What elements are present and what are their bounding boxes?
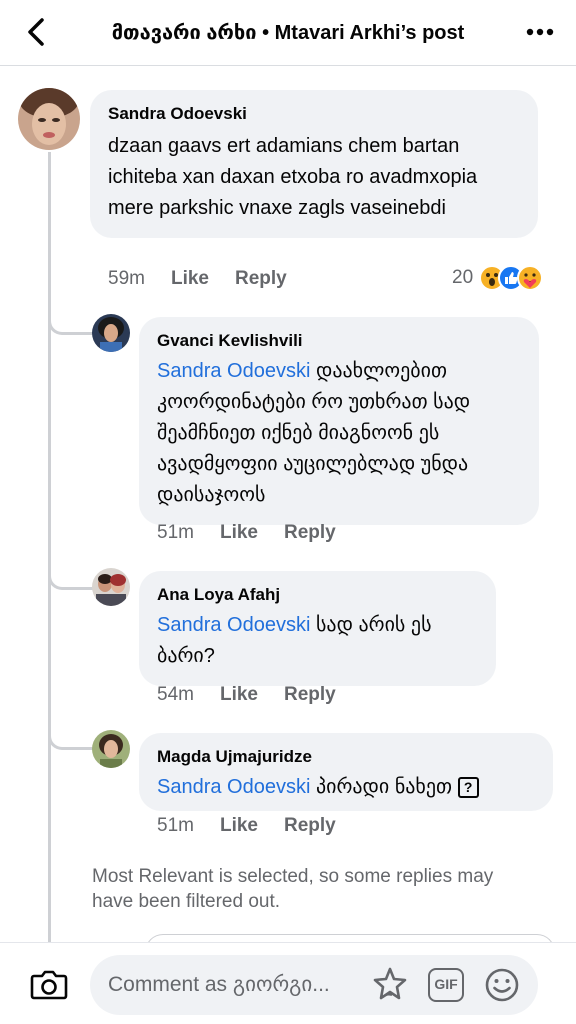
reply-bubble[interactable]: Gvanci Kevlishvili Sandra Odoevski დაახლ… bbox=[139, 317, 539, 525]
gif-button[interactable]: GIF bbox=[428, 968, 464, 1002]
avatar[interactable] bbox=[92, 314, 130, 352]
avatar[interactable] bbox=[92, 568, 130, 606]
unknown-glyph-icon: ? bbox=[457, 777, 479, 798]
reply-connector bbox=[48, 560, 93, 590]
reaction-count: 20 bbox=[452, 267, 474, 288]
comment-time[interactable]: 59m bbox=[108, 268, 145, 290]
reply-author[interactable]: Magda Ujmajuridze bbox=[157, 746, 533, 768]
reply-button[interactable]: Reply bbox=[284, 815, 336, 837]
comment-bubble[interactable]: Sandra Odoevski dzaan gaavs ert adamians… bbox=[90, 90, 538, 238]
reply-time[interactable]: 51m bbox=[157, 522, 194, 544]
avatar-photo bbox=[18, 88, 80, 150]
mention-link[interactable]: Sandra Odoevski bbox=[157, 360, 310, 382]
reply-author[interactable]: Gvanci Kevlishvili bbox=[157, 330, 519, 352]
like-button[interactable]: Like bbox=[220, 815, 258, 837]
like-button[interactable]: Like bbox=[220, 522, 258, 544]
reply-connector bbox=[48, 720, 93, 750]
page-title: მთავარი არხი • Mtavari Arkhi’s post bbox=[111, 22, 465, 44]
reply-actions: 51m Like Reply bbox=[157, 522, 362, 544]
reply-button[interactable]: Reply bbox=[284, 522, 336, 544]
reply-body: პირადი ნახეთ bbox=[310, 776, 458, 798]
emoji-button[interactable] bbox=[482, 965, 522, 1005]
reply-actions: 54m Like Reply bbox=[157, 684, 362, 706]
reply-button[interactable]: Reply bbox=[235, 268, 287, 290]
comment-placeholder: Comment as გიორგი... bbox=[108, 973, 330, 996]
reply-connector bbox=[48, 305, 93, 335]
more-options-button[interactable] bbox=[522, 14, 558, 50]
reply-text: Sandra Odoevski დაახლოებით კოორდინატები … bbox=[157, 356, 519, 511]
reply-bubble[interactable]: Ana Loya Afahj Sandra Odoevski სად არის … bbox=[139, 571, 496, 686]
avatar-photo bbox=[92, 314, 130, 352]
smiley-icon bbox=[485, 968, 519, 1002]
mention-link[interactable]: Sandra Odoevski bbox=[157, 776, 310, 798]
thread-line bbox=[48, 152, 51, 942]
avatar-photo bbox=[92, 568, 130, 606]
avatar-photo bbox=[92, 730, 130, 768]
reaction-summary[interactable]: 20 bbox=[452, 265, 544, 291]
post-header: მთავარი არხი • Mtavari Arkhi’s post bbox=[0, 0, 576, 66]
like-button[interactable]: Like bbox=[171, 268, 209, 290]
like-button[interactable]: Like bbox=[220, 684, 258, 706]
sticker-icon bbox=[373, 967, 407, 1000]
comment-input[interactable]: Comment as გიორგი... GIF bbox=[90, 955, 538, 1015]
mention-link[interactable]: Sandra Odoevski bbox=[157, 614, 310, 636]
reply-text: Sandra Odoevski სად არის ეს ბარი? bbox=[157, 610, 476, 672]
comment-author[interactable]: Sandra Odoevski bbox=[108, 103, 518, 125]
filter-notice: Most Relevant is selected, so some repli… bbox=[92, 866, 494, 912]
reply-time[interactable]: 54m bbox=[157, 684, 194, 706]
reply-actions: 51m Like Reply bbox=[157, 815, 362, 837]
comment-text: dzaan gaavs ert adamians chem bartan ich… bbox=[108, 135, 478, 219]
care-icon bbox=[517, 265, 544, 291]
camera-icon bbox=[30, 970, 68, 1000]
more-dots-icon bbox=[526, 28, 554, 36]
reply-text: Sandra Odoevski პირადი ნახეთ ? bbox=[157, 772, 533, 803]
comment-actions: 59m Like Reply bbox=[108, 268, 313, 290]
reply-bubble[interactable]: Magda Ujmajuridze Sandra Odoevski პირადი… bbox=[139, 733, 553, 811]
avatar[interactable] bbox=[18, 88, 80, 150]
reply-button[interactable]: Reply bbox=[284, 684, 336, 706]
reply-author[interactable]: Ana Loya Afahj bbox=[157, 584, 476, 606]
reply-time[interactable]: 51m bbox=[157, 815, 194, 837]
avatar[interactable] bbox=[92, 730, 130, 768]
sticker-button[interactable] bbox=[370, 965, 410, 1005]
camera-button[interactable] bbox=[28, 963, 70, 1005]
